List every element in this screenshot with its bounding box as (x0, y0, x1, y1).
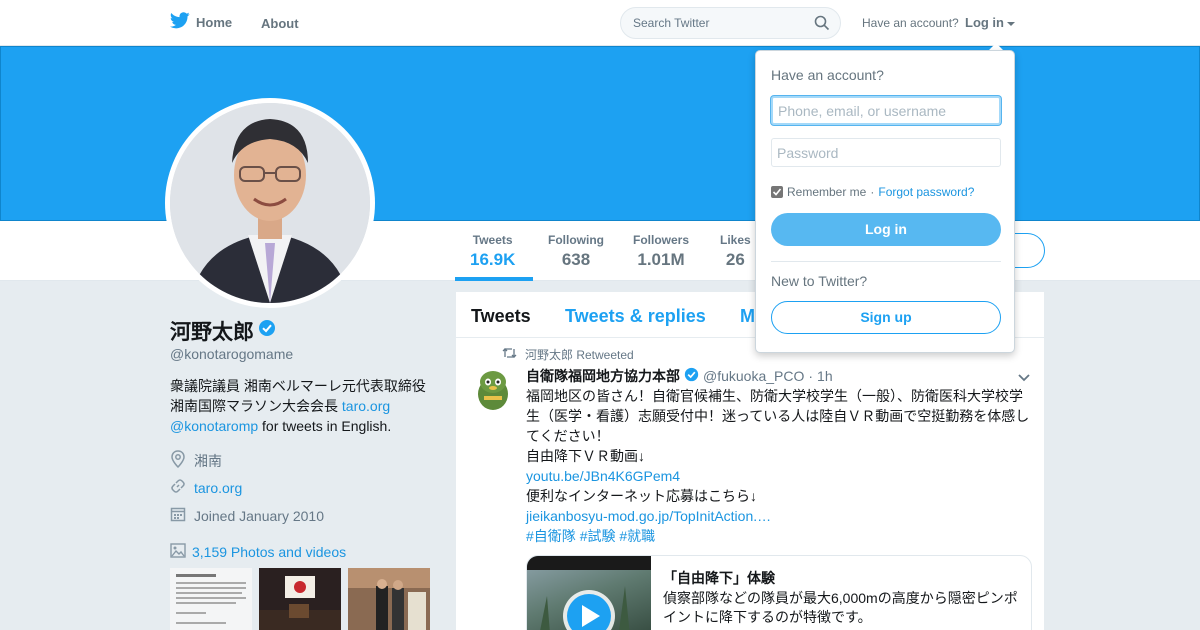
bio-line-3-text: for tweets in English. (258, 418, 392, 434)
tweet-text: 福岡地区の皆さん！自衛官候補生、防衛大学校学生（一般）、防衛医科大学校学生（医学… (526, 386, 1034, 546)
avatar-photo (170, 103, 370, 303)
retweet-icon (502, 347, 517, 362)
active-stat-underline (455, 277, 533, 281)
tweet-text-line: 自由降下ＶＲ動画↓ (526, 448, 645, 464)
tab-media[interactable]: M (740, 306, 755, 327)
stat-value: 638 (561, 250, 591, 269)
remember-me-checkbox[interactable] (771, 186, 783, 198)
profile-location: 湘南 (170, 450, 222, 471)
tweet-header: 自衛隊福岡地方協力本部 @fukuoka_PCO · 1h (526, 366, 833, 386)
password-field[interactable] (771, 138, 1001, 167)
hashtag-link[interactable]: #就職 (619, 528, 655, 544)
have-account-text: Have an account? (862, 16, 959, 30)
tweet-youtube-link[interactable]: youtu.be/JBn4K6GPem4 (526, 466, 1034, 486)
location-text: 湘南 (194, 452, 222, 469)
remember-me-row: Remember me · Forgot password? (771, 185, 974, 199)
profile-website[interactable]: taro.org (170, 478, 242, 497)
photo-thumbnail[interactable] (348, 568, 430, 630)
tweet-author-handle[interactable]: @fukuoka_PCO (703, 368, 804, 384)
login-button[interactable]: Log in (771, 213, 1001, 246)
nav-about-link[interactable]: About (261, 16, 299, 31)
location-pin-icon (170, 450, 186, 471)
card-title: 「自由降下」体験 (663, 570, 775, 586)
tweet-text-line: 便利なインターネット応募はこちら↓ (526, 488, 757, 504)
profile-avatar[interactable] (165, 98, 375, 308)
profile-bio: 衆議院議員 湘南ベルマーレ元代表取締役 湘南国際マラソン大会会長 taro.or… (170, 376, 440, 436)
stat-label: Followers (633, 233, 690, 247)
stat-value: 26 (725, 250, 745, 269)
photo-thumbnail[interactable] (259, 568, 341, 630)
login-link-label: Log in (965, 15, 1004, 30)
tweet-author-name[interactable]: 自衛隊福岡地方協力本部 (526, 366, 680, 386)
caret-down-icon (1007, 21, 1015, 26)
profile-joined: Joined January 2010 (170, 506, 324, 525)
joined-text: Joined January 2010 (194, 507, 324, 524)
tweet-application-link[interactable]: jieikanbosyu-mod.go.jp/TopInitAction.… (526, 506, 1034, 526)
retweet-context: 河野太郎 Retweeted (502, 346, 634, 363)
stat-value: 16.9K (470, 250, 516, 269)
tweet-hashtags: #自衛隊 #試験 #就職 (526, 526, 1034, 546)
remember-me-label[interactable]: Remember me (787, 185, 866, 199)
stat-tweets[interactable]: Tweets 16.9K (470, 233, 515, 270)
hashtag-link[interactable]: #自衛隊 (526, 528, 576, 544)
new-to-twitter-text: New to Twitter? (771, 273, 868, 289)
calendar-icon (170, 506, 186, 525)
bio-line-1: 衆議院議員 湘南ベルマーレ元代表取締役 (170, 378, 426, 394)
photos-and-videos-link[interactable]: 3,159 Photos and videos (170, 543, 346, 561)
verified-badge-icon (684, 367, 699, 385)
dropdown-heading: Have an account? (771, 67, 884, 83)
username-field[interactable] (771, 96, 1001, 125)
nav-home-label: Home (196, 14, 233, 30)
tweet-separator: · (808, 368, 814, 384)
bio-line-2: 湘南国際マラソン大会会長 taro.org (170, 396, 440, 416)
login-dropdown-toggle[interactable]: Log in (965, 15, 1015, 30)
tweet-timestamp[interactable]: 1h (817, 368, 833, 384)
nav-home-link[interactable]: Home (169, 12, 233, 32)
top-navigation-bar: Home About Search Twitter Have an accoun… (0, 0, 1200, 46)
signup-button[interactable]: Sign up (771, 301, 1001, 334)
stat-value: 1.01M (637, 250, 685, 269)
website-link[interactable]: taro.org (194, 480, 242, 496)
search-input[interactable]: Search Twitter (620, 7, 841, 39)
login-dropdown: Have an account? Remember me · Forgot pa… (755, 50, 1015, 353)
stat-following[interactable]: Following 638 (548, 233, 604, 270)
hashtag-link[interactable]: #試験 (580, 528, 616, 544)
bio-line-3: @konotaromp for tweets in English. (170, 416, 440, 436)
stat-label: Tweets (472, 233, 513, 247)
bio-line-2-text: 湘南国際マラソン大会会長 (170, 398, 342, 414)
bio-link-english-account[interactable]: @konotaromp (170, 418, 258, 434)
link-preview-card[interactable]: 「自由降下」体験 偵察部隊などの隊員が最大6,000mの高度から隠密ピンポイント… (526, 555, 1032, 630)
retweet-context-text[interactable]: 河野太郎 Retweeted (525, 346, 634, 363)
separator-dot: · (870, 185, 875, 199)
stat-label: Likes (720, 233, 751, 247)
photo-icon (170, 543, 186, 561)
photo-thumbnail[interactable] (170, 568, 252, 630)
forgot-password-link[interactable]: Forgot password? (878, 185, 974, 199)
search-placeholder: Search Twitter (633, 16, 710, 30)
search-icon[interactable] (814, 15, 830, 36)
verified-badge-icon (258, 319, 276, 343)
tab-tweets-and-replies[interactable]: Tweets & replies (565, 306, 706, 327)
photos-count-label: 3,159 Photos and videos (192, 544, 347, 560)
profile-name-text: 河野太郎 (170, 321, 254, 344)
link-icon (170, 478, 186, 497)
card-video-thumbnail (527, 556, 651, 630)
stat-followers[interactable]: Followers 1.01M (633, 233, 689, 270)
tweet-text-paragraph: 福岡地区の皆さん！自衛官候補生、防衛大学校学生（一般）、防衛医科大学校学生（医学… (526, 388, 1030, 444)
twitter-bird-icon (169, 12, 190, 32)
tweet-author-avatar[interactable] (470, 366, 516, 412)
stat-label: Following (548, 233, 604, 247)
tab-tweets[interactable]: Tweets (471, 306, 531, 327)
card-description: 偵察部隊などの隊員が最大6,000mの高度から隠密ピンポイントに降下するのが特徴… (663, 590, 1018, 625)
profile-handle[interactable]: @konotarogomame (170, 346, 293, 362)
dropdown-divider (771, 261, 1001, 262)
stat-likes[interactable]: Likes 26 (720, 233, 751, 270)
bio-link-website[interactable]: taro.org (342, 398, 390, 414)
profile-name[interactable]: 河野太郎 (170, 316, 276, 346)
